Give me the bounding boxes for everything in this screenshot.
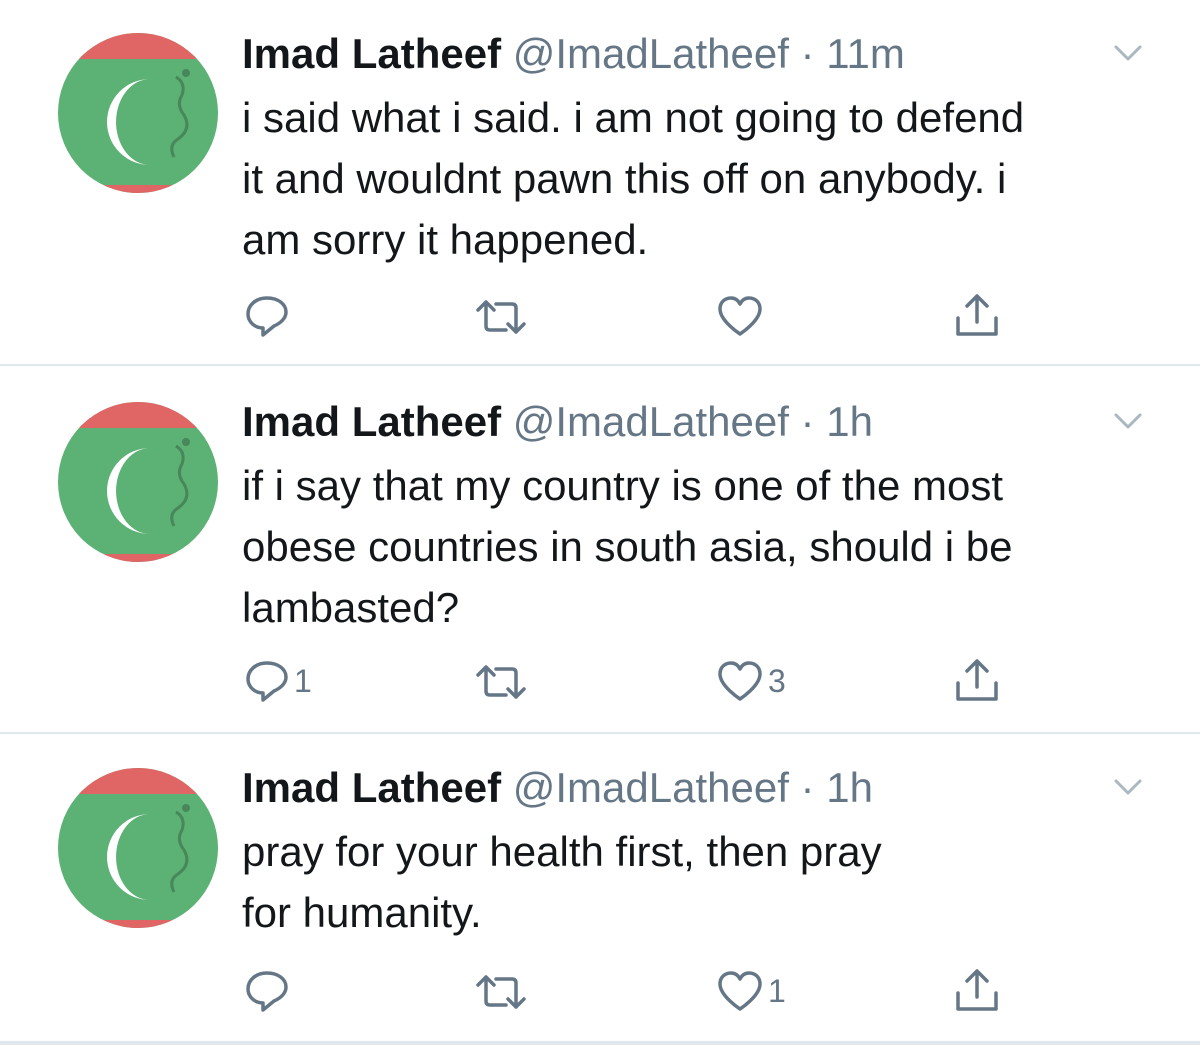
retweet-icon — [476, 300, 526, 334]
heart-icon — [718, 661, 762, 701]
like-button[interactable]: 1 — [716, 970, 786, 1012]
reply-icon — [246, 296, 288, 337]
tweet[interactable]: Imad Latheef @ImadLatheef · 1h if i say … — [0, 366, 1200, 734]
like-count: 1 — [768, 973, 786, 1009]
reply-icon — [246, 971, 288, 1012]
reply-button[interactable]: 1 — [244, 660, 312, 702]
share-icon — [956, 659, 998, 701]
like-button[interactable]: 3 — [716, 660, 786, 702]
tweet-actions: 1 — [0, 734, 1200, 1045]
retweet-button[interactable] — [472, 298, 534, 336]
share-button[interactable] — [953, 967, 1001, 1013]
tweet-actions — [0, 0, 1200, 364]
tweet[interactable]: Imad Latheef @ImadLatheef · 1h pray for … — [0, 734, 1200, 1045]
heart-icon — [718, 971, 762, 1011]
like-button[interactable] — [716, 295, 768, 337]
reply-count: 1 — [294, 663, 312, 699]
share-button[interactable] — [953, 292, 1001, 338]
share-button[interactable] — [953, 657, 1001, 703]
retweet-button[interactable] — [472, 663, 534, 701]
reply-button[interactable] — [244, 295, 294, 337]
share-icon — [956, 294, 998, 336]
like-count: 3 — [768, 663, 786, 699]
retweet-icon — [476, 665, 526, 699]
retweet-icon — [476, 975, 526, 1009]
retweet-button[interactable] — [472, 973, 534, 1011]
reply-button[interactable] — [244, 970, 294, 1012]
tweet-actions: 1 3 — [0, 366, 1200, 732]
heart-icon — [718, 296, 762, 336]
reply-icon — [246, 661, 288, 702]
share-icon — [956, 969, 998, 1011]
tweet[interactable]: Imad Latheef @ImadLatheef · 11m i said w… — [0, 0, 1200, 366]
